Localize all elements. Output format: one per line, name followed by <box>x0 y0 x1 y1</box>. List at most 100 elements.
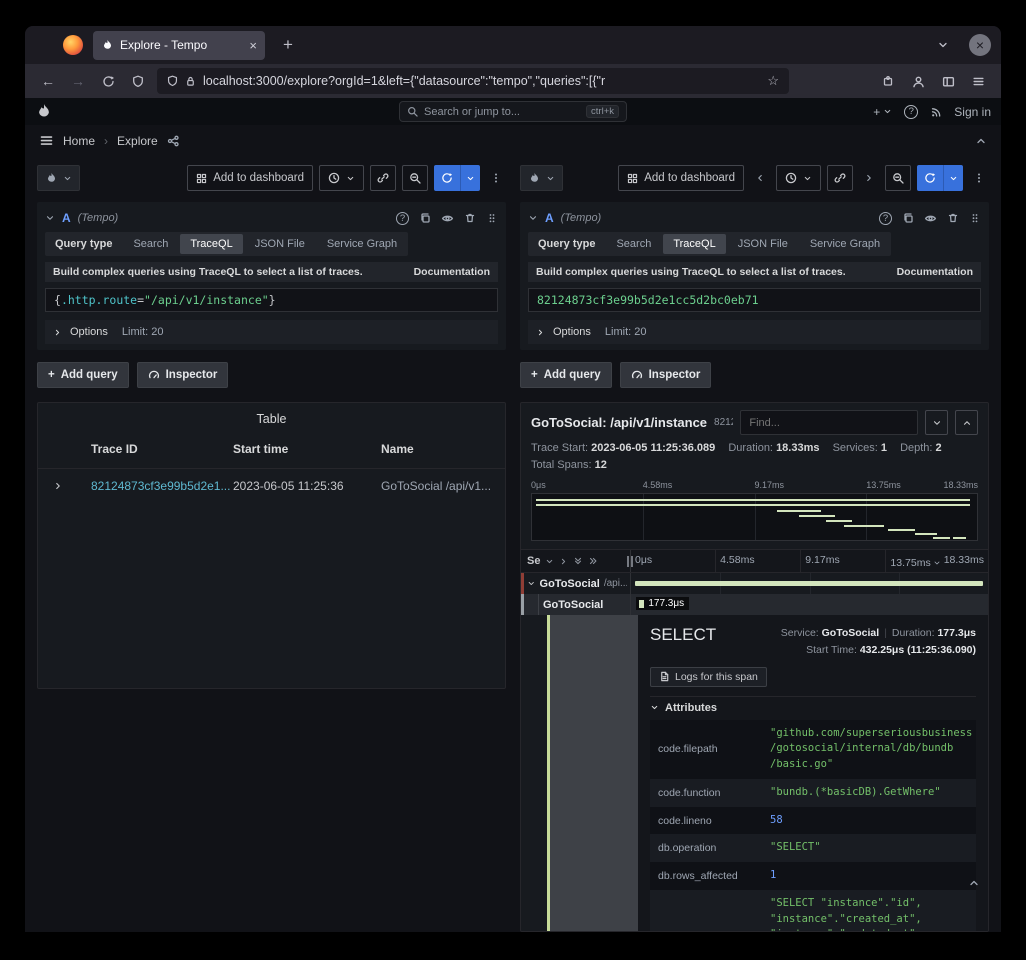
next-result-button[interactable] <box>925 410 948 435</box>
span-track[interactable] <box>631 573 988 594</box>
run-query-button[interactable] <box>917 165 963 191</box>
share-icon[interactable] <box>167 135 179 147</box>
logs-button[interactable]: Logs for this span <box>650 667 767 687</box>
scroll-top-button[interactable] <box>968 877 980 889</box>
collapse-query-icon[interactable] <box>528 213 538 223</box>
news-button[interactable] <box>930 106 942 118</box>
add-query-button[interactable]: + Add query <box>37 362 129 388</box>
tab-traceql[interactable]: TraceQL <box>180 234 242 254</box>
new-tab-button[interactable]: + <box>275 32 301 58</box>
url-bar[interactable]: ☆ <box>157 68 789 94</box>
link-button[interactable] <box>827 165 853 191</box>
datasource-picker[interactable] <box>520 165 563 191</box>
collapse-top-button[interactable] <box>975 135 987 147</box>
column-resizer[interactable] <box>627 556 633 567</box>
run-query-button[interactable] <box>434 165 480 191</box>
remove-query-icon[interactable] <box>464 212 476 224</box>
prev-result-button[interactable] <box>955 410 978 435</box>
time-picker-button[interactable] <box>319 165 364 191</box>
add-to-dashboard-button[interactable]: Add to dashboard <box>618 165 744 191</box>
run-query-caret[interactable] <box>943 165 963 191</box>
bookmark-star-icon[interactable]: ☆ <box>767 73 779 89</box>
find-text-field[interactable] <box>749 417 909 429</box>
browser-menu-button[interactable] <box>963 68 993 94</box>
tab-json-file[interactable]: JSON File <box>245 234 315 254</box>
hide-response-icon[interactable] <box>924 212 937 225</box>
tab-traceql[interactable]: TraceQL <box>663 234 725 254</box>
drag-handle[interactable] <box>969 212 981 225</box>
time-picker-button[interactable] <box>776 165 821 191</box>
tab-search[interactable]: Search <box>606 234 661 254</box>
col-trace-id[interactable]: Trace ID <box>91 442 233 456</box>
query-help-icon[interactable]: ? <box>879 212 892 225</box>
chevron-down-icon[interactable] <box>933 559 941 567</box>
span-row[interactable]: GoToSocial /api... <box>521 573 988 594</box>
url-input[interactable] <box>203 74 760 88</box>
zoom-out-button[interactable] <box>885 165 911 191</box>
tab-service-graph[interactable]: Service Graph <box>317 234 407 254</box>
options-toggle[interactable]: Options Limit: 20 <box>528 320 981 344</box>
service-column-header[interactable]: Se <box>521 550 631 572</box>
collapse-one-icon[interactable] <box>559 557 568 566</box>
zoom-out-button[interactable] <box>402 165 428 191</box>
span-row-selected[interactable]: GoToSocial 177.3μs <box>521 594 988 615</box>
documentation-link[interactable]: Documentation <box>414 266 490 278</box>
span-track[interactable]: 177.3μs <box>631 594 988 615</box>
list-tabs-button[interactable] <box>931 39 955 51</box>
attributes-section-header[interactable]: Attributes <box>650 696 976 720</box>
inspector-button[interactable]: Inspector <box>620 362 712 388</box>
reload-button[interactable] <box>93 68 123 94</box>
extensions-icon[interactable] <box>873 68 903 94</box>
breadcrumb-current[interactable]: Explore <box>117 134 158 148</box>
trace-id-link[interactable]: 82124873cf3e99b5d2e1... <box>91 479 233 493</box>
options-toggle[interactable]: Options Limit: 20 <box>45 320 498 344</box>
hide-response-icon[interactable] <box>441 212 454 225</box>
tracking-shield-icon[interactable] <box>123 68 153 94</box>
run-query-caret[interactable] <box>460 165 480 191</box>
collapse-all-icon[interactable] <box>588 556 598 566</box>
documentation-link[interactable]: Documentation <box>897 266 973 278</box>
span-expander[interactable] <box>527 579 536 588</box>
duplicate-query-icon[interactable] <box>419 212 431 224</box>
new-menu-button[interactable]: + <box>873 105 892 119</box>
forward-button[interactable]: → <box>63 68 93 94</box>
remove-query-icon[interactable] <box>947 212 959 224</box>
traceql-input[interactable]: 82124873cf3e99b5d2e1cc5d2bc0eb71 <box>528 288 981 312</box>
duplicate-query-icon[interactable] <box>902 212 914 224</box>
chevron-left-button[interactable] <box>750 165 770 191</box>
col-start-time[interactable]: Start time <box>233 442 381 456</box>
find-input[interactable] <box>740 410 918 435</box>
back-button[interactable]: ← <box>33 68 63 94</box>
traceql-input[interactable]: {.http.route = "/api/v1/instance"} <box>45 288 498 312</box>
lock-icon[interactable] <box>185 75 196 87</box>
span-duration-chip[interactable]: 177.3μs <box>636 597 689 610</box>
inspector-button[interactable]: Inspector <box>137 362 229 388</box>
pane-menu-button[interactable] <box>969 165 989 191</box>
row-expander[interactable] <box>38 481 91 491</box>
span-bar[interactable] <box>635 581 983 586</box>
chevron-down-icon[interactable] <box>545 557 554 566</box>
grafana-logo[interactable] <box>35 103 53 121</box>
global-search[interactable]: Search or jump to... ctrl+k <box>399 101 627 122</box>
datasource-picker[interactable] <box>37 165 80 191</box>
col-name[interactable]: Name <box>381 442 505 456</box>
help-button[interactable]: ? <box>904 105 918 119</box>
browser-tab[interactable]: Explore - Tempo × <box>93 31 265 60</box>
pane-menu-button[interactable] <box>486 165 506 191</box>
trace-minimap[interactable] <box>531 493 978 541</box>
chevron-right-button[interactable] <box>859 165 879 191</box>
link-button[interactable] <box>370 165 396 191</box>
sidebar-icon[interactable] <box>933 68 963 94</box>
nav-menu-button[interactable] <box>39 133 54 148</box>
tab-close-button[interactable]: × <box>249 39 257 52</box>
expand-all-icon[interactable] <box>573 556 583 566</box>
firefox-icon[interactable] <box>63 35 83 55</box>
tab-search[interactable]: Search <box>123 234 178 254</box>
sign-in-link[interactable]: Sign in <box>954 105 991 119</box>
site-shield-icon[interactable] <box>167 75 178 87</box>
window-close-button[interactable]: × <box>969 34 991 56</box>
query-help-icon[interactable]: ? <box>396 212 409 225</box>
breadcrumb-home[interactable]: Home <box>63 134 95 148</box>
tab-json-file[interactable]: JSON File <box>728 234 798 254</box>
add-to-dashboard-button[interactable]: Add to dashboard <box>187 165 313 191</box>
